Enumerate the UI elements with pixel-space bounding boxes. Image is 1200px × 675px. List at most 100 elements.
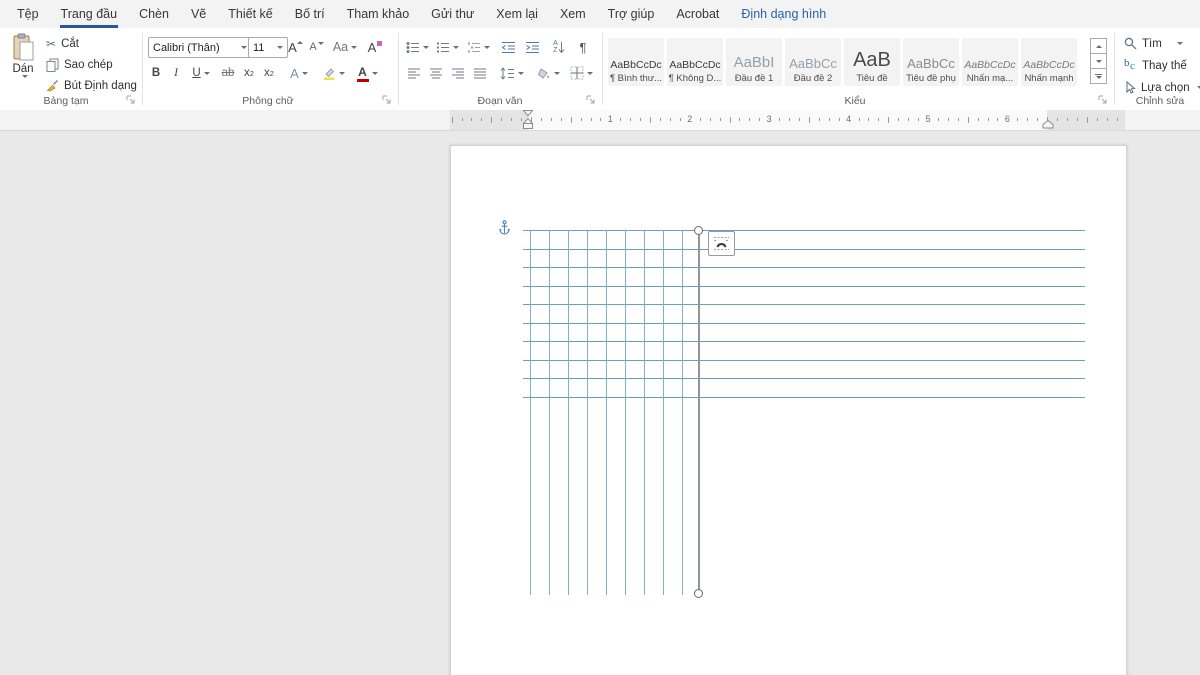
line-spacing-button[interactable] xyxy=(498,63,526,83)
font-color-button[interactable]: A xyxy=(352,63,382,83)
ruler-tick xyxy=(1087,117,1088,123)
replace-button[interactable]: b c Thay thế xyxy=(1122,56,1189,75)
numbering-button[interactable] xyxy=(434,37,460,57)
shading-button[interactable] xyxy=(534,63,562,83)
underline-button[interactable]: U xyxy=(188,63,214,83)
ruler-tick xyxy=(640,118,641,121)
styles-scroll-up-button[interactable] xyxy=(1090,38,1107,54)
decrease-indent-icon xyxy=(501,41,516,54)
show-marks-button[interactable]: ¶ xyxy=(574,37,592,57)
group-divider xyxy=(1114,33,1115,105)
sort-button[interactable]: AZ xyxy=(548,37,570,57)
ruler-tick xyxy=(581,118,582,121)
find-button[interactable]: Tìm xyxy=(1122,34,1185,53)
style-preview: AaBbCc xyxy=(789,57,837,70)
decrease-indent-button[interactable] xyxy=(498,37,518,57)
tab-references[interactable]: Tham khảo xyxy=(336,0,421,28)
tab-mailings[interactable]: Gửi thư xyxy=(420,0,485,28)
justify-button[interactable] xyxy=(470,63,490,83)
ruler-tick xyxy=(720,118,721,121)
styles-more-button[interactable] xyxy=(1090,68,1107,84)
table-grid-hline xyxy=(523,378,1085,379)
cut-button[interactable]: ✂ Cắt xyxy=(44,34,81,53)
tab-file[interactable]: Tệp xyxy=(6,0,50,28)
tab-view[interactable]: Xem xyxy=(549,0,597,28)
style-card-no-spacing[interactable]: AaBbCcDc¶ Không D... xyxy=(667,38,723,86)
font-name-caret-icon xyxy=(241,46,247,49)
styles-scroll-down-button[interactable] xyxy=(1090,53,1107,69)
tab-layout[interactable]: Bố trí xyxy=(284,0,336,28)
clear-formatting-button[interactable]: A xyxy=(364,37,386,57)
style-card-heading2[interactable]: AaBbCcĐầu đề 2 xyxy=(785,38,841,86)
tab-draw[interactable]: Vẽ xyxy=(180,0,217,28)
font-size-combo[interactable]: 11 xyxy=(248,37,288,58)
subscript-button[interactable]: x2 xyxy=(240,63,258,83)
ruler-tick xyxy=(759,118,760,121)
multilevel-list-button[interactable] xyxy=(464,37,492,57)
paragraph-dialog-launcher[interactable] xyxy=(586,95,598,107)
styles-dialog-launcher[interactable] xyxy=(1098,95,1110,107)
copy-icon xyxy=(46,58,59,72)
align-center-button[interactable] xyxy=(426,63,446,83)
italic-button[interactable]: I xyxy=(168,63,184,83)
selected-line-shape[interactable] xyxy=(698,230,700,593)
layout-options-button[interactable] xyxy=(708,231,735,256)
ruler-number: 1 xyxy=(608,114,613,124)
editing-group-label: Chỉnh sửa xyxy=(1136,95,1184,107)
tab-review[interactable]: Xem lại xyxy=(485,0,549,28)
ruler-tick xyxy=(700,118,701,121)
gallery-more-icon xyxy=(1095,74,1102,79)
clipboard-dialog-launcher[interactable] xyxy=(126,95,138,107)
font-dialog-launcher[interactable] xyxy=(382,95,394,107)
align-left-button[interactable] xyxy=(404,63,424,83)
borders-button[interactable] xyxy=(566,63,596,83)
style-card-emphasis[interactable]: AaBbCcDcNhấn mạnh xyxy=(1021,38,1077,86)
right-indent-marker[interactable] xyxy=(1042,120,1054,129)
shading-caret-icon xyxy=(554,72,560,75)
strikethrough-button[interactable]: ab xyxy=(218,63,238,83)
table-grid-vline xyxy=(625,230,626,595)
ruler-tick xyxy=(462,118,463,121)
document-page[interactable] xyxy=(450,145,1127,675)
style-card-subtitle[interactable]: AaBbCcTiêu đề phụ xyxy=(903,38,959,86)
copy-button[interactable]: Sao chép xyxy=(44,55,115,74)
replace-icon: b c xyxy=(1124,59,1137,72)
tab-home[interactable]: Trang đầu xyxy=(50,0,129,28)
tab-shape-format[interactable]: Định dạng hình xyxy=(730,0,837,28)
selection-handle-top[interactable] xyxy=(694,226,703,235)
text-effects-caret-icon xyxy=(302,72,308,75)
paste-button[interactable]: Dán xyxy=(5,33,41,103)
tab-design[interactable]: Thiết kế xyxy=(217,0,283,28)
change-case-button[interactable]: Aa xyxy=(332,37,358,57)
ruler-tick xyxy=(620,118,621,121)
table-grid-vline xyxy=(606,230,607,595)
table-grid-hline xyxy=(523,267,1085,268)
indent-markers[interactable] xyxy=(522,110,534,130)
style-card-subtle-emphasis[interactable]: AaBbCcDcNhấn mạ... xyxy=(962,38,1018,86)
font-group-label: Phông chữ xyxy=(242,95,293,107)
shrink-font-button[interactable]: A xyxy=(307,37,326,57)
ruler-tick xyxy=(859,118,860,121)
shrink-caret-icon xyxy=(318,42,324,45)
font-name-combo[interactable]: Calibri (Thân) xyxy=(148,37,252,58)
ruler-tick xyxy=(1067,118,1068,121)
format-painter-button[interactable]: Bút Định dạng xyxy=(44,76,139,95)
align-right-button[interactable] xyxy=(448,63,468,83)
highlight-button[interactable] xyxy=(318,63,348,83)
bold-button[interactable]: B xyxy=(148,63,164,83)
cursor-arrow-icon xyxy=(1124,81,1136,94)
tab-help[interactable]: Trợ giúp xyxy=(597,0,666,28)
grow-font-button[interactable]: A xyxy=(286,37,305,57)
bullets-button[interactable] xyxy=(404,37,430,57)
table-grid-hline xyxy=(523,304,1085,305)
increase-indent-button[interactable] xyxy=(522,37,542,57)
horizontal-ruler[interactable]: 123456 xyxy=(0,110,1200,131)
selection-handle-bottom[interactable] xyxy=(694,589,703,598)
text-effects-button[interactable]: A xyxy=(286,63,312,83)
style-card-heading1[interactable]: AaBbIĐầu đề 1 xyxy=(726,38,782,86)
tab-insert[interactable]: Chèn xyxy=(128,0,180,28)
tab-acrobat[interactable]: Acrobat xyxy=(665,0,730,28)
style-card-title[interactable]: AaBTiêu đề xyxy=(844,38,900,86)
superscript-button[interactable]: x2 xyxy=(260,63,278,83)
style-card-normal[interactable]: AaBbCcDc¶ Bình thư... xyxy=(608,38,664,86)
